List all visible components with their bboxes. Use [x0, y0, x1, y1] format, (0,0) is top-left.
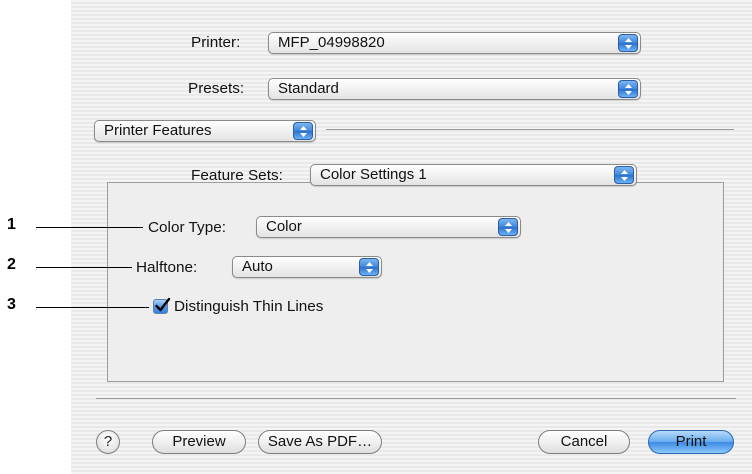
- color-type-value: Color: [266, 218, 302, 235]
- save-as-pdf-button[interactable]: Save As PDF…: [258, 430, 382, 454]
- distinguish-thin-lines-label: Distinguish Thin Lines: [174, 298, 324, 315]
- distinguish-thin-lines-checkbox[interactable]: [153, 297, 171, 314]
- feature-sets-value: Color Settings 1: [320, 166, 427, 183]
- panel-separator: [326, 129, 734, 130]
- popup-arrows-icon: [614, 166, 634, 184]
- presets-value: Standard: [278, 80, 339, 97]
- print-button[interactable]: Print: [648, 430, 734, 454]
- feature-group-box: [107, 182, 724, 382]
- cancel-button[interactable]: Cancel: [538, 430, 630, 454]
- feature-sets-label: Feature Sets:: [191, 167, 283, 184]
- feature-sets-popup[interactable]: Color Settings 1: [310, 164, 637, 186]
- popup-arrows-icon: [359, 258, 379, 276]
- halftone-popup[interactable]: Auto: [232, 256, 382, 278]
- callout-3: 3: [7, 296, 16, 313]
- printer-value: MFP_04998820: [278, 34, 385, 51]
- presets-popup[interactable]: Standard: [268, 78, 641, 100]
- printer-label: Printer:: [191, 34, 241, 51]
- printer-popup[interactable]: MFP_04998820: [268, 32, 641, 54]
- help-button[interactable]: ?: [96, 430, 120, 454]
- color-type-label: Color Type:: [148, 219, 226, 236]
- panel-value: Printer Features: [104, 122, 212, 139]
- bottom-separator: [96, 398, 736, 399]
- popup-arrows-icon: [618, 34, 638, 52]
- color-type-popup[interactable]: Color: [256, 216, 521, 238]
- halftone-value: Auto: [242, 258, 273, 275]
- popup-arrows-icon: [618, 80, 638, 98]
- popup-arrows-icon: [293, 122, 313, 140]
- panel-popup[interactable]: Printer Features: [94, 120, 316, 142]
- callout-1: 1: [7, 216, 16, 233]
- callout-1-line: [36, 227, 143, 228]
- checkmark-icon: [155, 297, 171, 312]
- halftone-label: Halftone:: [136, 259, 198, 276]
- popup-arrows-icon: [498, 218, 518, 236]
- presets-label: Presets:: [188, 80, 245, 97]
- preview-button[interactable]: Preview: [152, 430, 246, 454]
- callout-2: 2: [7, 256, 16, 273]
- callout-3-line: [36, 307, 149, 308]
- callout-2-line: [36, 267, 132, 268]
